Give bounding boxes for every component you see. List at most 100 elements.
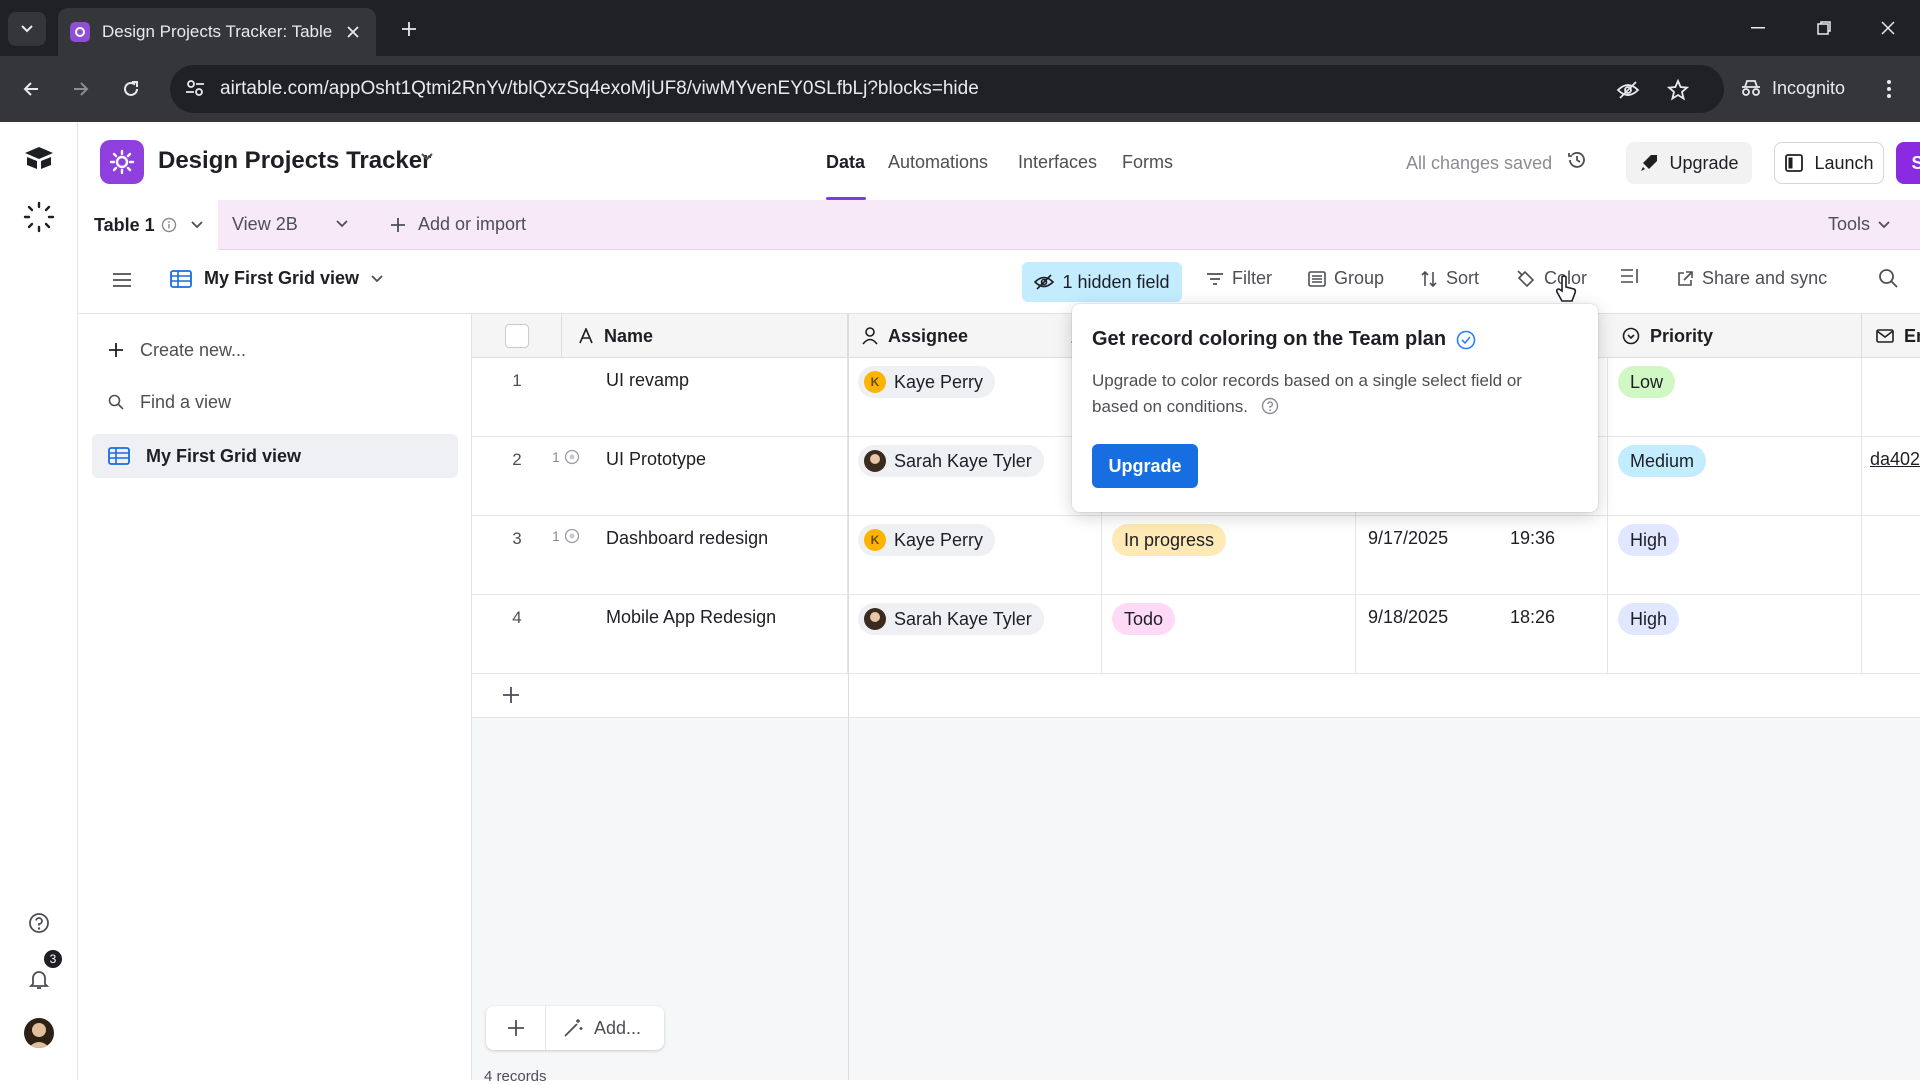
chevron-down-icon[interactable] <box>336 220 348 228</box>
table-tab-table1[interactable]: Table 1 <box>78 200 218 250</box>
column-assignee-label: Assignee <box>888 325 969 346</box>
magic-wand-icon <box>564 1019 583 1037</box>
email-cell[interactable] <box>1862 595 1920 674</box>
view-switcher[interactable]: My First Grid view <box>170 268 383 289</box>
search-icon[interactable] <box>1878 268 1898 288</box>
find-view-input[interactable]: Find a view <box>92 380 458 424</box>
priority-cell[interactable]: High <box>1608 516 1862 595</box>
browser-menu-icon[interactable] <box>1874 72 1904 106</box>
name-cell: Dashboard redesign <box>606 528 769 548</box>
hidden-fields-label: 1 hidden field <box>1062 271 1170 292</box>
nav-tab-data[interactable]: Data <box>826 152 865 173</box>
assignee-cell[interactable]: K Kaye Perry <box>848 358 1102 437</box>
select-all-checkbox[interactable] <box>472 314 562 358</box>
share-and-sync-button[interactable]: Share and sync <box>1676 268 1827 289</box>
add-row-button[interactable] <box>472 674 1920 718</box>
column-header-priority[interactable]: Priority <box>1608 314 1862 358</box>
external-link-icon <box>1678 270 1693 286</box>
chevron-down-icon[interactable] <box>420 152 434 162</box>
chevron-down-icon[interactable] <box>191 221 203 229</box>
comment-count[interactable]: 1 <box>552 528 580 544</box>
status-cell[interactable]: In progress <box>1102 516 1356 595</box>
account-avatar[interactable] <box>22 1016 56 1050</box>
status-cell[interactable]: Todo <box>1102 595 1356 674</box>
priority-cell[interactable]: Low <box>1608 358 1862 437</box>
add-record-bar[interactable]: Add... <box>486 1006 664 1050</box>
sort-button[interactable]: Sort <box>1420 268 1479 289</box>
hamburger-menu-icon[interactable] <box>112 272 132 288</box>
priority-cell[interactable]: Medium <box>1608 437 1862 516</box>
restore-window-button[interactable] <box>1804 10 1844 46</box>
email-cell[interactable] <box>1862 358 1920 437</box>
color-upgrade-popover: Get record coloring on the Team plan Upg… <box>1072 304 1598 512</box>
nav-tab-automations[interactable]: Automations <box>888 152 988 173</box>
priority-badge: Medium <box>1618 445 1707 477</box>
bookmark-star-icon[interactable] <box>1664 76 1692 104</box>
base-icon[interactable] <box>100 140 144 184</box>
grid-footer: Add... 4 records <box>472 1000 848 1085</box>
row-height-icon[interactable] <box>1620 268 1640 284</box>
column-header-assignee[interactable]: Assignee <box>848 314 1100 358</box>
table-tab-view2b[interactable]: View 2B <box>232 214 298 235</box>
popover-upgrade-button[interactable]: Upgrade <box>1092 444 1198 488</box>
primary-cell[interactable]: 4 Mobile App Redesign <box>472 595 848 674</box>
launch-icon <box>1785 154 1804 172</box>
minimize-window-button[interactable] <box>1738 10 1778 46</box>
close-tab-icon[interactable] <box>342 21 364 43</box>
address-bar[interactable]: airtable.com/appOsht1Qtmi2RnYv/tblQxzSq4… <box>170 65 1724 113</box>
primary-cell[interactable]: 3 1 Dashboard redesign <box>472 516 848 595</box>
chevron-down-icon <box>1878 220 1890 228</box>
status-badge: Todo <box>1112 603 1176 635</box>
column-header-name[interactable]: Name <box>562 314 848 358</box>
date-cell[interactable]: 9/17/2025 19:36 <box>1356 516 1608 595</box>
browser-tab[interactable]: Design Projects Tracker: Table 1 <box>58 8 376 56</box>
email-cell[interactable] <box>1862 516 1920 595</box>
back-button[interactable] <box>14 72 48 106</box>
tools-menu[interactable]: Tools <box>1828 214 1890 235</box>
upgrade-button[interactable]: Upgrade <box>1626 142 1752 184</box>
history-icon[interactable] <box>1566 149 1588 171</box>
close-window-button[interactable] <box>1868 10 1908 46</box>
nav-tab-forms[interactable]: Forms <box>1122 152 1173 173</box>
new-tab-button[interactable] <box>394 14 424 44</box>
nav-tab-interfaces[interactable]: Interfaces <box>1018 152 1097 173</box>
email-link[interactable]: da402 <box>1870 449 1920 470</box>
primary-cell[interactable]: 1 UI revamp <box>472 358 848 437</box>
column-header-email[interactable]: Em <box>1862 314 1920 358</box>
assignee-cell[interactable]: Sarah Kaye Tyler <box>848 595 1102 674</box>
base-name[interactable]: Design Projects Tracker <box>158 147 431 175</box>
tools-label: Tools <box>1828 214 1871 234</box>
date-cell[interactable]: 9/18/2025 18:26 <box>1356 595 1608 674</box>
table-row[interactable]: 4 Mobile App Redesign Sarah Kaye Tyler Todo… <box>472 595 1920 674</box>
share-button[interactable]: Share <box>1896 142 1920 184</box>
assignee-cell[interactable]: K Kaye Perry <box>848 516 1102 595</box>
site-info-icon[interactable] <box>184 77 206 99</box>
primary-cell[interactable]: 2 1 UI Prototype <box>472 437 848 516</box>
email-cell[interactable]: da402 <box>1862 437 1920 516</box>
forward-button[interactable] <box>64 72 98 106</box>
assignee-cell[interactable]: Sarah Kaye Tyler <box>848 437 1102 516</box>
add-with-ai-button[interactable]: Add... <box>546 1017 641 1039</box>
comment-count[interactable]: 1 <box>552 449 580 465</box>
reload-icon <box>124 81 138 96</box>
add-record-plus-icon[interactable] <box>486 1006 546 1050</box>
filter-button[interactable]: Filter <box>1206 268 1272 289</box>
assignee-name: Sarah Kaye Tyler <box>894 608 1032 629</box>
add-or-import-button[interactable]: Add or import <box>390 214 526 235</box>
launch-button[interactable]: Launch <box>1774 142 1884 184</box>
notifications-bell-icon[interactable]: 3 <box>22 950 62 996</box>
group-button[interactable]: Group <box>1308 268 1384 289</box>
create-new-view-button[interactable]: Create new... <box>92 328 458 372</box>
incognito-indicator[interactable]: Incognito <box>1724 65 1858 111</box>
assignee-name: Kaye Perry <box>894 529 984 550</box>
priority-cell[interactable]: High <box>1608 595 1862 674</box>
table-row[interactable]: 3 1 Dashboard redesign K Kaye Perry In progre… <box>472 516 1920 595</box>
hidden-fields-button[interactable]: 1 hidden field <box>1022 262 1182 302</box>
help-icon[interactable] <box>1261 397 1279 415</box>
tab-search-button[interactable] <box>8 12 46 46</box>
eye-off-icon[interactable] <box>1614 76 1642 104</box>
airtable-home-icon[interactable] <box>22 142 56 176</box>
help-icon[interactable] <box>22 906 56 940</box>
sidebar-view-item[interactable]: My First Grid view <box>92 434 458 478</box>
reload-button[interactable] <box>114 72 148 106</box>
